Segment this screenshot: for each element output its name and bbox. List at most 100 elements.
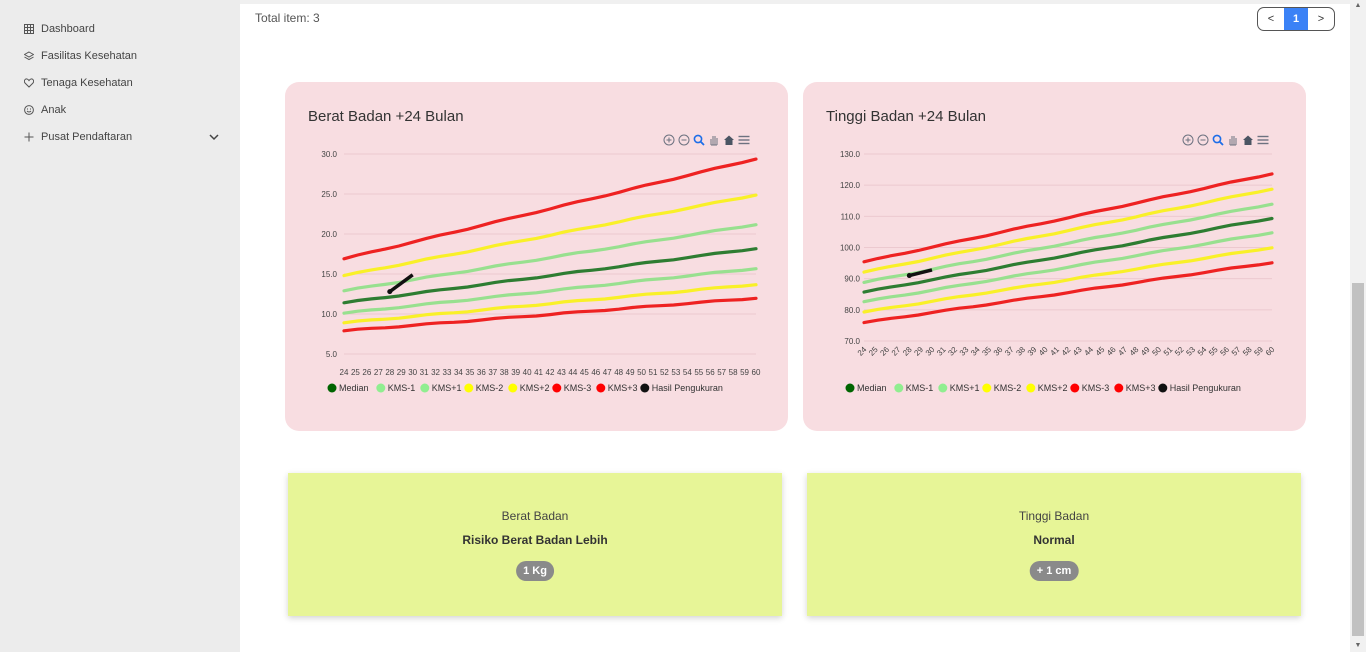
legend-label: KMS-2 [476,383,504,393]
heart-icon [24,78,34,88]
x-tick-label: 60 [1264,345,1277,358]
legend-marker [1070,383,1080,393]
sidebar-item-anak[interactable]: Anak [24,100,66,120]
legend-item[interactable]: KMS+2 [1026,383,1068,393]
smile-icon [24,105,34,115]
y-tick-label: 120.0 [840,181,861,190]
legend-item[interactable]: KMS+1 [420,383,462,393]
sidebar-item-label: Tenaga Kesehatan [41,77,133,89]
legend-item[interactable]: KMS-3 [1070,383,1109,393]
y-tick-label: 25.0 [321,190,337,199]
x-tick-label: 44 [568,368,577,377]
legend-item[interactable]: Hasil Pengukuran [640,383,723,393]
x-tick-label: 42 [546,368,555,377]
pagination-next-button[interactable]: > [1308,8,1334,30]
legend-label: Hasil Pengukuran [652,383,723,393]
legend-marker [508,383,518,393]
chart-berat-badan: 30.025.020.015.010.05.024 25 26 27 28 29 30 31 3… [321,150,761,393]
legend-label: KMS-3 [1082,383,1110,393]
sidebar-item-tenaga-kesehatan[interactable]: Tenaga Kesehatan [24,73,133,93]
x-tick-label: 45 [580,368,589,377]
legend-item[interactable]: KMS-2 [464,383,503,393]
legend-label: KMS-2 [994,383,1022,393]
legend-label: KMS+2 [520,383,550,393]
chart-card-tinggi: Tinggi Badan +24 Bulan 130.0 120.0 110.0 10… [803,82,1306,431]
chevron-down-icon[interactable] [208,131,220,143]
y-tick-label: 10.0 [321,310,337,319]
sidebar-item-dashboard[interactable]: Dashboard [24,19,95,39]
x-tick-label: 28 [385,368,394,377]
result-badge: 1 Kg [516,561,554,581]
legend-marker [640,383,650,393]
legend-label: KMS-3 [564,383,592,393]
vertical-scrollbar[interactable]: ▲ ▼ [1350,0,1366,652]
legend-item[interactable]: KMS+3 [596,383,638,393]
legend-label: Median [857,383,887,393]
x-tick-label: 26 [362,368,371,377]
x-tick-label: 59 [740,368,749,377]
x-tick-label: 58 [729,368,738,377]
x-tick-label: 40 [523,368,532,377]
legend-item[interactable]: KMS+2 [508,383,550,393]
legend-label: KMS+3 [608,383,638,393]
legend-marker [552,383,562,393]
result-label: Berat Badan [501,509,569,523]
legend-item[interactable]: KMS-3 [552,383,591,393]
result-label: Tinggi Badan [1018,509,1090,523]
legend-marker [1026,383,1036,393]
scroll-down-arrow[interactable]: ▼ [1350,640,1366,652]
legend-label: KMS+2 [1038,383,1068,393]
legend-item[interactable]: KMS-1 [376,383,415,393]
sidebar-item-pusat-pendaftaran[interactable]: Pusat Pendaftaran [24,127,132,147]
x-tick-label: 54 [683,368,692,377]
x-tick-label: 43 [557,368,566,377]
chart-tinggi-badan: 130.0120.0110.0100.090.080.070.024252627… [840,150,1277,393]
scrollbar-thumb[interactable] [1352,283,1364,636]
legend-item[interactable]: KMS-2 [982,383,1021,393]
y-tick-label: 130.0 [840,150,861,159]
x-tick-label: 46 [591,368,600,377]
x-tick-label: 52 [660,368,669,377]
total-items: Total item: 3 [255,11,320,25]
legend-marker [327,383,337,393]
x-tick-label: 53 [671,368,680,377]
pagination-prev-button[interactable]: < [1258,8,1284,30]
x-tick-label: 41 [534,368,543,377]
y-tick-label: 100.0 [840,244,861,253]
legend-item[interactable]: KMS+3 [1114,383,1156,393]
chart-card-berat: Berat Badan +24 Bulan 30.0 25.0 20.0 15.0 10… [285,82,788,431]
x-tick-label: 37 [488,368,497,377]
legend-item[interactable]: Hasil Pengukuran [1158,383,1241,393]
x-tick-label: 27 [374,368,383,377]
legend-marker [845,383,855,393]
y-tick-label: 70.0 [844,337,860,346]
x-tick-label: 48 [614,368,623,377]
legend-marker [982,383,992,393]
pagination-page-current[interactable]: 1 [1284,8,1308,30]
scroll-up-arrow[interactable]: ▲ [1350,0,1366,12]
x-tick-label: 38 [500,368,509,377]
legend-label: Median [339,383,369,393]
legend-marker [596,383,606,393]
x-tick-label: 56 [706,368,715,377]
sidebar-item-fasilitas-kesehatan[interactable]: Fasilitas Kesehatan [24,46,137,66]
legend-marker [894,383,904,393]
result-badge: + 1 cm [1029,561,1079,581]
sidebar-item-label: Pusat Pendaftaran [41,131,133,143]
legend-item[interactable]: Median [327,383,369,393]
x-tick-label: 31 [420,368,429,377]
legend-marker [1158,383,1168,393]
legend-item[interactable]: KMS+1 [938,383,980,393]
x-tick-label: 55 [694,368,703,377]
legend-marker [464,383,474,393]
legend-marker [1114,383,1124,393]
x-tick-label: 33 [443,368,452,377]
x-tick-label: 47 [603,368,612,377]
legend-item[interactable]: Median [845,383,887,393]
result-status: Normal [1033,533,1075,547]
x-tick-label: 24 [340,368,349,377]
legend-item[interactable]: KMS-1 [894,383,933,393]
x-tick-label: 51 [649,368,658,377]
legend-marker [376,383,386,393]
legend-label: Hasil Pengukuran [1170,383,1241,393]
